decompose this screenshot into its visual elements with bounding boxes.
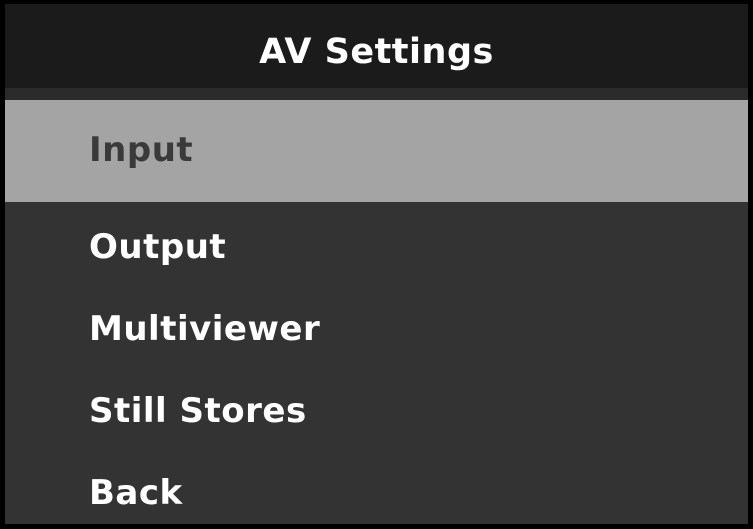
- menu-item-multiviewer[interactable]: Multiviewer: [5, 284, 748, 366]
- menu-item-still-stores[interactable]: Still Stores: [5, 366, 748, 448]
- menu-item-input[interactable]: Input: [5, 100, 748, 202]
- menu-item-back[interactable]: Back: [5, 448, 748, 524]
- title-divider: [5, 88, 748, 100]
- av-settings-screen: AV Settings Input Output Multiviewer Sti…: [5, 4, 748, 524]
- page-title: AV Settings: [259, 32, 494, 72]
- title-bar: AV Settings: [5, 4, 748, 88]
- menu-item-output[interactable]: Output: [5, 202, 748, 284]
- settings-menu: Input Output Multiviewer Still Stores Ba…: [5, 100, 748, 524]
